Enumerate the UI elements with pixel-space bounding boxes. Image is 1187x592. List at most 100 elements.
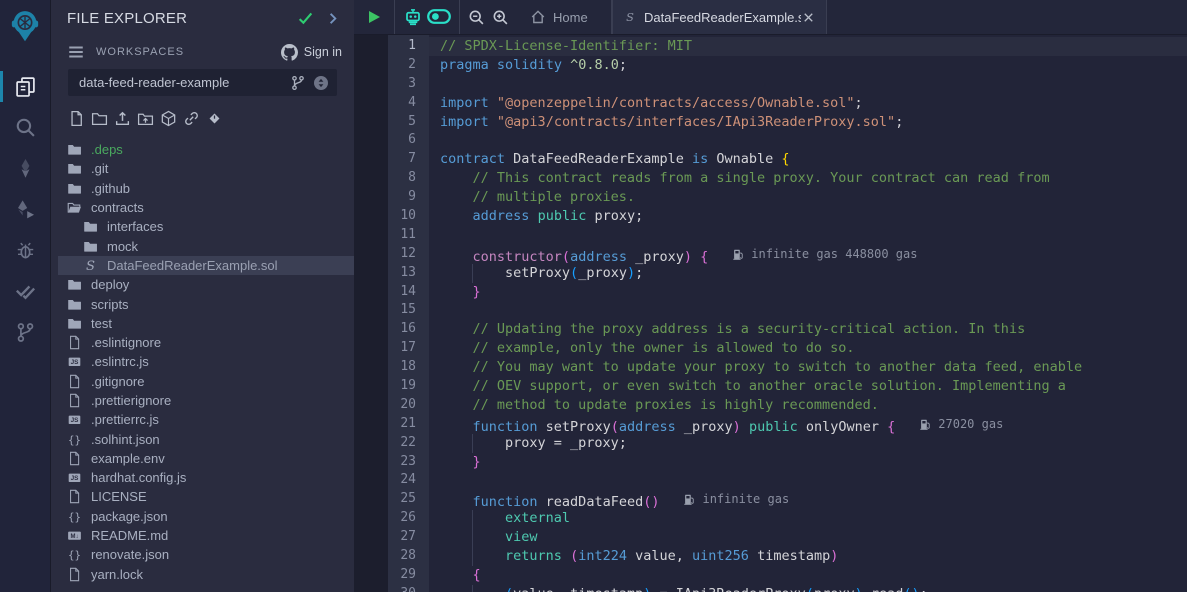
code-line[interactable]: pragma solidity ^0.8.0; bbox=[429, 56, 1187, 75]
line-number-gutter[interactable]: 1234567891011121314151617181920212223242… bbox=[388, 35, 429, 592]
code-line[interactable]: function readDataFeed()infinite gas bbox=[429, 490, 1187, 509]
line-number[interactable]: 21 bbox=[388, 415, 416, 434]
line-number[interactable]: 1 bbox=[388, 37, 416, 56]
line-number[interactable]: 25 bbox=[388, 490, 416, 509]
line-number[interactable]: 13 bbox=[388, 264, 416, 283]
workspace-switch-icon[interactable] bbox=[313, 75, 329, 91]
code-line[interactable]: constructor(address _proxy) {infinite ga… bbox=[429, 245, 1187, 264]
line-number[interactable]: 28 bbox=[388, 547, 416, 566]
run-script-icon[interactable] bbox=[366, 9, 382, 25]
code-line[interactable]: // OEV support, or even switch to anothe… bbox=[429, 377, 1187, 396]
file-explorer-icon[interactable] bbox=[0, 66, 50, 107]
tree-item[interactable]: .github bbox=[58, 179, 354, 198]
workspace-selector[interactable]: data-feed-reader-example bbox=[68, 69, 337, 96]
solidity-compiler-icon[interactable] bbox=[0, 148, 50, 189]
code-line[interactable]: function setProxy(address _proxy) public… bbox=[429, 415, 1187, 434]
code-line[interactable]: // SPDX-License-Identifier: MIT bbox=[429, 37, 1187, 56]
code-line[interactable]: } bbox=[429, 453, 1187, 472]
code-line[interactable]: // method to update proxies is highly re… bbox=[429, 396, 1187, 415]
line-number[interactable]: 14 bbox=[388, 283, 416, 302]
tree-item[interactable]: SDataFeedReaderExample.sol bbox=[58, 256, 354, 275]
line-number[interactable]: 30 bbox=[388, 585, 416, 592]
code-line[interactable]: contract DataFeedReaderExample is Ownabl… bbox=[429, 150, 1187, 169]
tree-item[interactable]: example.env bbox=[58, 449, 354, 468]
ai-assistant-icon[interactable] bbox=[403, 7, 423, 27]
tree-item[interactable]: .prettierignore bbox=[58, 391, 354, 410]
code-line[interactable]: proxy = _proxy; bbox=[429, 434, 1187, 453]
code-line[interactable]: returns (int224 value, uint256 timestamp… bbox=[429, 547, 1187, 566]
tree-item[interactable]: interfaces bbox=[58, 217, 354, 236]
line-number[interactable]: 8 bbox=[388, 169, 416, 188]
tree-item[interactable]: M↓README.md bbox=[58, 526, 354, 545]
code-line[interactable]: { bbox=[429, 566, 1187, 585]
code-line[interactable] bbox=[429, 301, 1187, 320]
line-number[interactable]: 7 bbox=[388, 150, 416, 169]
zoom-in-icon[interactable] bbox=[492, 9, 509, 26]
code-line[interactable] bbox=[429, 226, 1187, 245]
search-icon[interactable] bbox=[0, 107, 50, 148]
code-line[interactable]: // multiple proxies. bbox=[429, 188, 1187, 207]
code-line[interactable]: // Updating the proxy address is a secur… bbox=[429, 320, 1187, 339]
line-number[interactable]: 10 bbox=[388, 207, 416, 226]
code-line[interactable]: view bbox=[429, 528, 1187, 547]
tree-item[interactable]: .deps bbox=[58, 140, 354, 159]
code-line[interactable]: (value, timestamp) = IApi3ReaderProxy(pr… bbox=[429, 585, 1187, 592]
tree-item[interactable]: {}.solhint.json bbox=[58, 429, 354, 448]
code-line[interactable]: external bbox=[429, 509, 1187, 528]
code-line[interactable]: // You may want to update your proxy to … bbox=[429, 358, 1187, 377]
tree-item[interactable]: JShardhat.config.js bbox=[58, 468, 354, 487]
line-number[interactable]: 24 bbox=[388, 471, 416, 490]
tree-item[interactable]: scripts bbox=[58, 294, 354, 313]
chevron-right-icon[interactable] bbox=[323, 9, 342, 28]
line-number[interactable]: 6 bbox=[388, 131, 416, 150]
line-number[interactable]: 15 bbox=[388, 301, 416, 320]
code-line[interactable]: setProxy(_proxy); bbox=[429, 264, 1187, 283]
remix-logo-icon[interactable] bbox=[0, 0, 50, 52]
new-file-icon[interactable] bbox=[68, 110, 85, 127]
new-folder-icon[interactable] bbox=[91, 110, 108, 127]
line-number[interactable]: 18 bbox=[388, 358, 416, 377]
line-number[interactable]: 22 bbox=[388, 434, 416, 453]
unit-testing-icon[interactable] bbox=[0, 271, 50, 312]
tree-item[interactable]: {}renovate.json bbox=[58, 545, 354, 564]
github-sign-in-button[interactable]: Sign in bbox=[281, 44, 342, 61]
line-number[interactable]: 12 bbox=[388, 245, 416, 264]
publish-gist-icon[interactable] bbox=[206, 110, 223, 127]
line-number[interactable]: 11 bbox=[388, 226, 416, 245]
line-number[interactable]: 27 bbox=[388, 528, 416, 547]
line-number[interactable]: 16 bbox=[388, 320, 416, 339]
tree-item[interactable]: .git bbox=[58, 159, 354, 178]
line-number[interactable]: 5 bbox=[388, 113, 416, 132]
code-line[interactable]: // example, only the owner is allowed to… bbox=[429, 339, 1187, 358]
tree-item[interactable]: {}package.json bbox=[58, 507, 354, 526]
tab-datafeedreaderexample[interactable]: S DataFeedReaderExample.sol bbox=[612, 0, 827, 34]
line-number[interactable]: 4 bbox=[388, 94, 416, 113]
import-link-icon[interactable] bbox=[183, 110, 200, 127]
tree-item[interactable]: JS.eslintrc.js bbox=[58, 352, 354, 371]
code-line[interactable]: // This contract reads from a single pro… bbox=[429, 169, 1187, 188]
line-number[interactable]: 19 bbox=[388, 377, 416, 396]
line-number[interactable]: 26 bbox=[388, 509, 416, 528]
deploy-run-icon[interactable] bbox=[0, 189, 50, 230]
line-number[interactable]: 17 bbox=[388, 339, 416, 358]
tree-item[interactable]: yarn.lock bbox=[58, 565, 354, 584]
line-number[interactable]: 23 bbox=[388, 453, 416, 472]
tree-item[interactable]: LICENSE bbox=[58, 487, 354, 506]
tree-item[interactable]: contracts bbox=[58, 198, 354, 217]
code-line[interactable] bbox=[429, 131, 1187, 150]
line-number[interactable]: 9 bbox=[388, 188, 416, 207]
code-line[interactable]: import "@api3/contracts/interfaces/IApi3… bbox=[429, 113, 1187, 132]
line-number[interactable]: 3 bbox=[388, 75, 416, 94]
close-icon[interactable] bbox=[801, 10, 816, 25]
check-icon[interactable] bbox=[296, 9, 315, 28]
debugger-icon[interactable] bbox=[0, 230, 50, 271]
code-line[interactable]: import "@openzeppelin/contracts/access/O… bbox=[429, 94, 1187, 113]
line-number[interactable]: 20 bbox=[388, 396, 416, 415]
line-number[interactable]: 29 bbox=[388, 566, 416, 585]
ipfs-cube-icon[interactable] bbox=[160, 110, 177, 127]
tree-item[interactable]: mock bbox=[58, 236, 354, 255]
code-line[interactable] bbox=[429, 471, 1187, 490]
workspaces-menu-icon[interactable] bbox=[67, 43, 85, 61]
upload-file-icon[interactable] bbox=[114, 110, 131, 127]
code-content[interactable]: // SPDX-License-Identifier: MITpragma so… bbox=[429, 35, 1187, 592]
